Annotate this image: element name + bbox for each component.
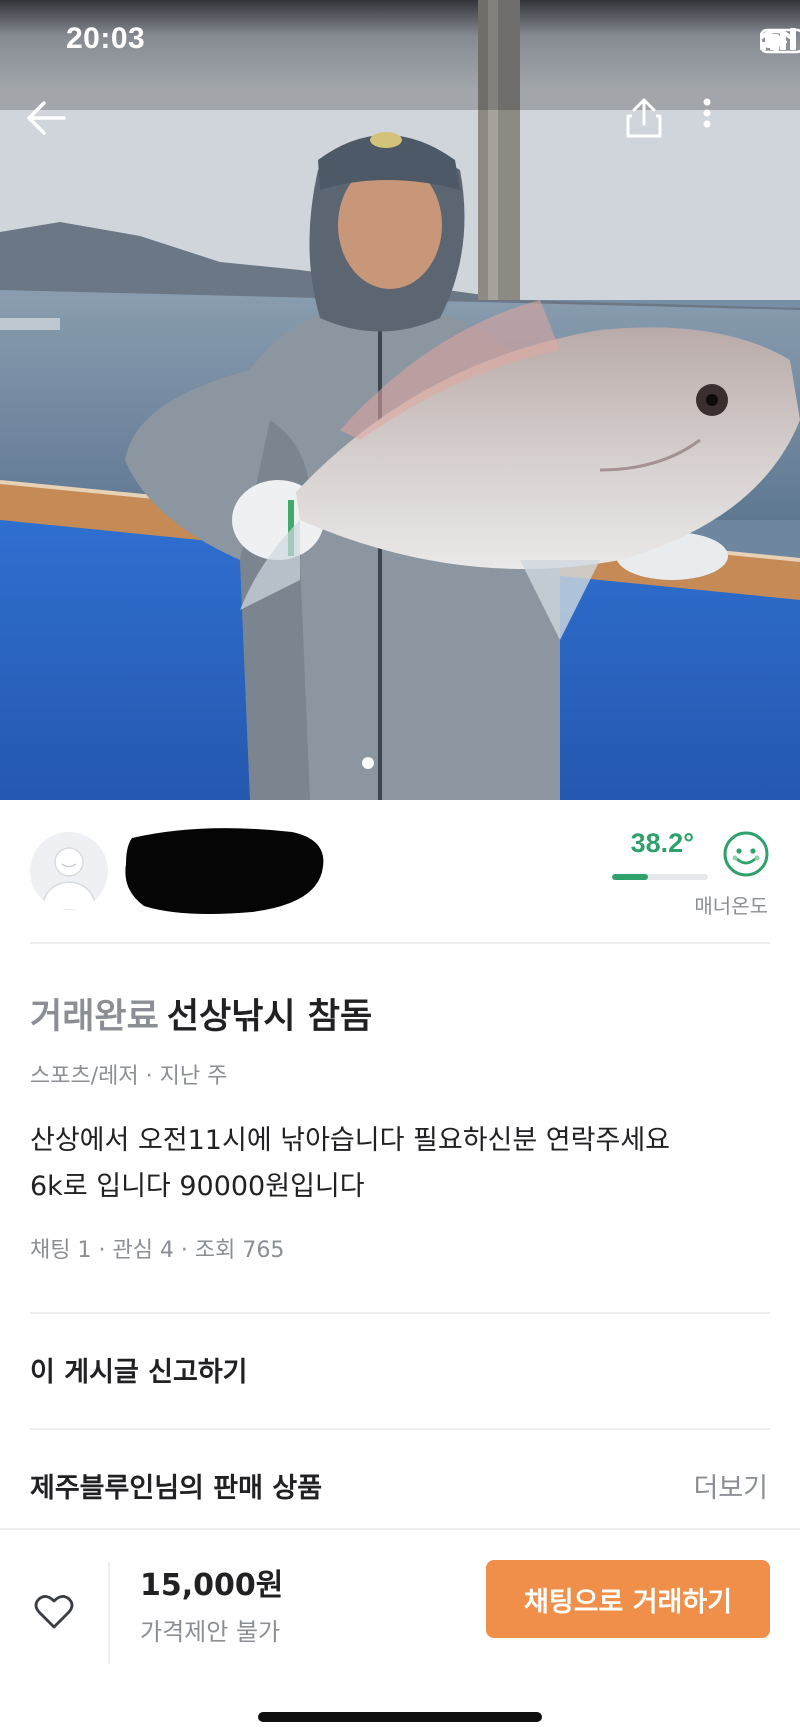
more-options-button[interactable] [702,98,766,162]
photo-page-indicator [362,757,374,769]
more-vertical-icon [703,98,711,128]
redacted-seller-name [125,828,324,914]
trade-status-badge: 거래완료 [30,997,159,1037]
post-title-text: 선상낚시 참돔 [166,997,373,1037]
home-indicator [258,1712,542,1722]
divider [30,1428,770,1430]
share-icon [626,98,662,138]
status-time: 20:03 [66,22,146,55]
post-category-time: 스포츠/레저 · 지난 주 [30,1064,228,1089]
description-line: 산상에서 오전11시에 낚아습니다 필요하신분 연락주세요 [30,1125,671,1156]
manner-temperature: 38.2° [630,828,694,858]
battery-icon [760,28,800,54]
bottom-action-bar: 15,000원 가격제안 불가 채팅으로 거래하기 [0,1528,800,1734]
post-stats: 채팅 1 · 관심 4 · 조회 765 [30,1238,285,1263]
manner-temperature-bar [612,874,708,880]
back-arrow-icon [27,101,66,135]
smile-face-icon [723,831,769,877]
product-photo[interactable]: 20:03 [0,0,800,800]
like-button[interactable] [28,1586,80,1638]
divider [108,1562,110,1664]
manner-temperature-label: 매너온도 [694,894,768,918]
share-button[interactable] [626,98,690,162]
seller-profile[interactable]: 38.2° 매너온도 [30,820,770,940]
price: 15,000원 [140,1568,284,1603]
description-line: 6k로 입니다 90000원입니다 [30,1171,365,1202]
see-more-link[interactable]: 더보기 [693,1466,768,1505]
price-offer-status: 가격제안 불가 [140,1618,281,1646]
post-description: 산상에서 오전11시에 낚아습니다 필요하신분 연락주세요 6k로 입니다 90… [30,1118,770,1210]
divider [30,942,770,944]
report-post-link[interactable]: 이 게시글 신고하기 [30,1350,248,1389]
heart-icon [34,1595,74,1629]
chat-trade-button[interactable]: 채팅으로 거래하기 [486,1560,770,1638]
post-title: 거래완료 선상낚시 참돔 [30,988,372,1039]
back-button[interactable] [26,100,90,164]
seller-other-items-title: 제주블루인님의 판매 상품 [30,1473,323,1504]
manner-temperature-fill [612,874,649,880]
divider [30,1312,770,1314]
